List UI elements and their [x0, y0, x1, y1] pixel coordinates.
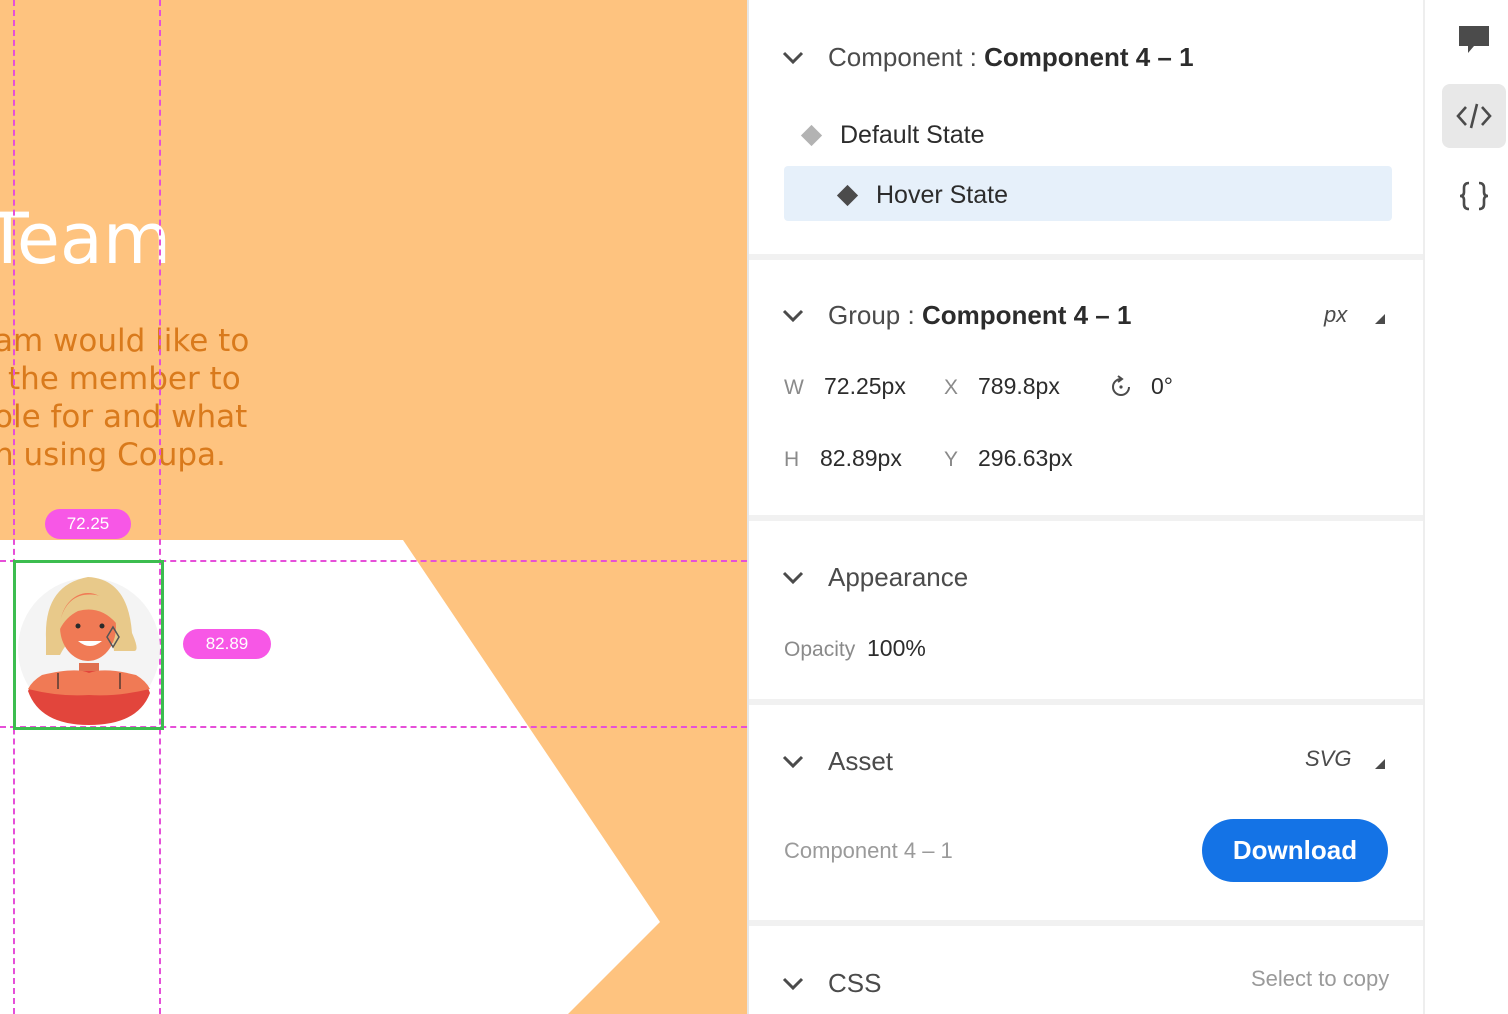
y-label: Y [944, 448, 959, 471]
height-value[interactable]: 82.89px [820, 445, 902, 472]
asset-name: Component 4 – 1 [784, 838, 953, 863]
state-hover[interactable]: Hover State [876, 181, 1008, 210]
code-view-button[interactable] [1442, 84, 1506, 148]
selected-avatar-component[interactable] [13, 560, 164, 730]
canvas-heading: Team [0, 198, 172, 280]
paragraph-line: the member to [8, 361, 241, 397]
width-label: W [784, 376, 804, 399]
canvas-paragraph: am would like to the member to ole for a… [0, 322, 294, 474]
css-section-title[interactable]: CSS [828, 968, 881, 999]
y-value[interactable]: 296.63px [978, 445, 1073, 472]
rotation-icon [1112, 375, 1130, 396]
download-button[interactable]: Download [1202, 819, 1388, 882]
comments-button[interactable] [1442, 8, 1506, 72]
x-label: X [944, 376, 959, 399]
guide-line-left [13, 0, 15, 1014]
json-view-button[interactable] [1442, 164, 1506, 228]
section-divider [749, 699, 1425, 705]
braces-icon [1459, 181, 1489, 211]
component-title-prefix: Component : [828, 42, 985, 72]
select-to-copy-hint: Select to copy [1251, 966, 1390, 991]
dropdown-corner-icon[interactable] [1375, 314, 1385, 324]
group-section-title[interactable]: Group : Component 4 – 1 [828, 300, 1131, 331]
chevron-down-icon[interactable] [782, 977, 804, 991]
chevron-down-icon[interactable] [782, 571, 804, 585]
state-default[interactable]: Default State [840, 121, 985, 150]
height-measure-badge: 82.89 [183, 629, 271, 659]
state-diamond-icon [800, 124, 823, 147]
asset-section-title[interactable]: Asset [828, 746, 893, 777]
paragraph-line: n using Coupa. [0, 437, 226, 473]
component-name: Component 4 – 1 [984, 42, 1194, 72]
asset-format-selector[interactable]: SVG [1305, 746, 1351, 772]
code-icon [1456, 103, 1492, 129]
inspector-panel: Component : Component 4 – 1 Default Stat… [747, 0, 1425, 1014]
unit-selector[interactable]: px [1324, 302, 1347, 328]
width-measure-badge: 72.25 [45, 509, 131, 539]
height-label: H [784, 448, 800, 471]
group-title-prefix: Group : [828, 300, 922, 330]
avatar-illustration [18, 577, 160, 725]
rotation-value[interactable]: 0° [1151, 373, 1173, 400]
section-divider [749, 515, 1425, 521]
component-section-title[interactable]: Component : Component 4 – 1 [828, 42, 1194, 73]
width-value[interactable]: 72.25px [824, 373, 906, 400]
chevron-down-icon[interactable] [782, 309, 804, 323]
design-canvas[interactable]: Team am would like to the member to ole … [0, 0, 747, 1014]
right-tool-rail [1423, 0, 1508, 1014]
dropdown-corner-icon[interactable] [1375, 759, 1385, 769]
opacity-value[interactable]: 100% [867, 635, 926, 662]
guide-line-right [159, 0, 161, 1014]
paragraph-line: am would like to [0, 323, 250, 359]
paragraph-line: ole for and what [0, 399, 248, 435]
chevron-down-icon[interactable] [782, 755, 804, 769]
appearance-section-title[interactable]: Appearance [828, 562, 968, 593]
opacity-label: Opacity [784, 638, 856, 661]
section-divider [749, 254, 1425, 260]
white-card-shape [0, 540, 660, 1014]
section-divider [749, 920, 1425, 926]
comment-icon [1459, 26, 1489, 53]
group-name: Component 4 – 1 [921, 300, 1132, 330]
chevron-down-icon[interactable] [782, 51, 804, 65]
x-value[interactable]: 789.8px [978, 373, 1060, 400]
